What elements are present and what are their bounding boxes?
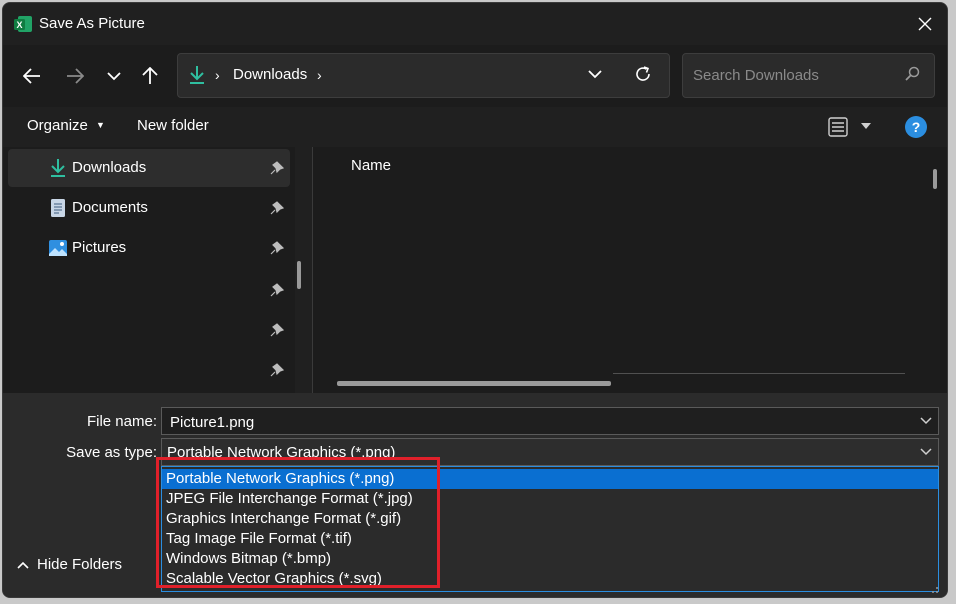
divider	[613, 373, 905, 374]
save-as-dialog: X Save As Picture › Downloads › Search D…	[2, 2, 948, 598]
pin-icon[interactable]	[270, 283, 284, 297]
organize-button[interactable]: Organize ▼	[27, 117, 105, 134]
pin-icon[interactable]	[270, 363, 284, 377]
chevron-down-icon	[107, 72, 121, 81]
svg-text:X: X	[16, 20, 22, 30]
new-folder-button[interactable]: New folder	[137, 117, 209, 134]
pin-icon[interactable]	[270, 323, 284, 337]
refresh-icon[interactable]	[634, 65, 652, 83]
file-name-label: File name:	[86, 413, 157, 430]
navigation-pane-scrollbar[interactable]	[297, 261, 301, 289]
annotation-highlight-box	[156, 457, 440, 588]
navigation-bar: › Downloads ›	[3, 45, 947, 107]
file-list-horizontal-scrollbar[interactable]	[337, 381, 611, 386]
breadcrumb-separator: ›	[215, 67, 220, 83]
hide-folders-button[interactable]: Hide Folders	[17, 556, 122, 573]
back-arrow-icon	[23, 68, 40, 84]
sidebar-item-pictures[interactable]: Pictures	[8, 229, 290, 267]
file-list-vertical-scrollbar[interactable]	[933, 169, 937, 189]
column-header-name[interactable]: Name	[351, 157, 391, 174]
pin-icon[interactable]	[270, 161, 284, 175]
chevron-down-icon[interactable]	[920, 417, 932, 425]
organize-label: Organize	[27, 117, 88, 134]
sidebar-item-downloads[interactable]: Downloads	[8, 149, 290, 187]
breadcrumb-separator[interactable]: ›	[317, 67, 322, 83]
recent-locations-button[interactable]	[99, 61, 129, 91]
forward-arrow-icon	[67, 68, 84, 84]
view-options-icon[interactable]	[827, 116, 849, 138]
save-options-area: File name: Save as type: Portable Networ…	[3, 393, 947, 597]
up-button[interactable]	[135, 61, 165, 91]
pin-icon[interactable]	[270, 201, 284, 215]
back-button[interactable]	[17, 61, 47, 91]
help-icon: ?	[911, 119, 921, 135]
view-caret-icon[interactable]	[861, 122, 871, 130]
search-box[interactable]	[682, 53, 935, 98]
title-bar: X Save As Picture	[3, 3, 947, 45]
chevron-up-icon	[17, 561, 29, 569]
sidebar-item-documents[interactable]: Documents	[8, 189, 290, 227]
file-name-field[interactable]	[161, 407, 939, 436]
file-list-pane: Name	[313, 147, 947, 393]
file-name-input[interactable]	[168, 408, 912, 436]
hide-folders-label: Hide Folders	[37, 556, 123, 573]
sidebar-item-label: Documents	[72, 199, 148, 216]
address-history-chevron-icon[interactable]	[588, 67, 602, 81]
excel-icon: X	[14, 16, 32, 32]
close-icon	[918, 17, 932, 31]
forward-button[interactable]	[60, 61, 90, 91]
sidebar-item-label: Pictures	[72, 239, 127, 256]
document-icon	[51, 199, 65, 217]
caret-down-icon: ▼	[96, 120, 105, 130]
sidebar-item-label: Downloads	[72, 159, 147, 176]
window-title: Save As Picture	[39, 15, 145, 32]
search-icon	[905, 66, 920, 81]
close-button[interactable]	[903, 3, 947, 45]
resize-grip-icon[interactable]	[931, 586, 941, 594]
up-arrow-icon	[142, 67, 158, 84]
help-button[interactable]: ?	[905, 116, 927, 138]
pictures-icon	[49, 240, 67, 256]
download-icon	[51, 159, 65, 177]
navigation-pane: Downloads Documents Pictures	[3, 147, 295, 393]
command-bar: Organize ▼ New folder ?	[3, 107, 947, 147]
breadcrumb-downloads[interactable]: Downloads	[233, 66, 307, 83]
download-icon	[190, 66, 204, 84]
pin-icon[interactable]	[270, 241, 284, 255]
chevron-down-icon[interactable]	[920, 448, 932, 456]
address-bar[interactable]: › Downloads ›	[177, 53, 670, 98]
search-input[interactable]	[691, 54, 895, 97]
save-as-type-label: Save as type:	[66, 444, 157, 461]
